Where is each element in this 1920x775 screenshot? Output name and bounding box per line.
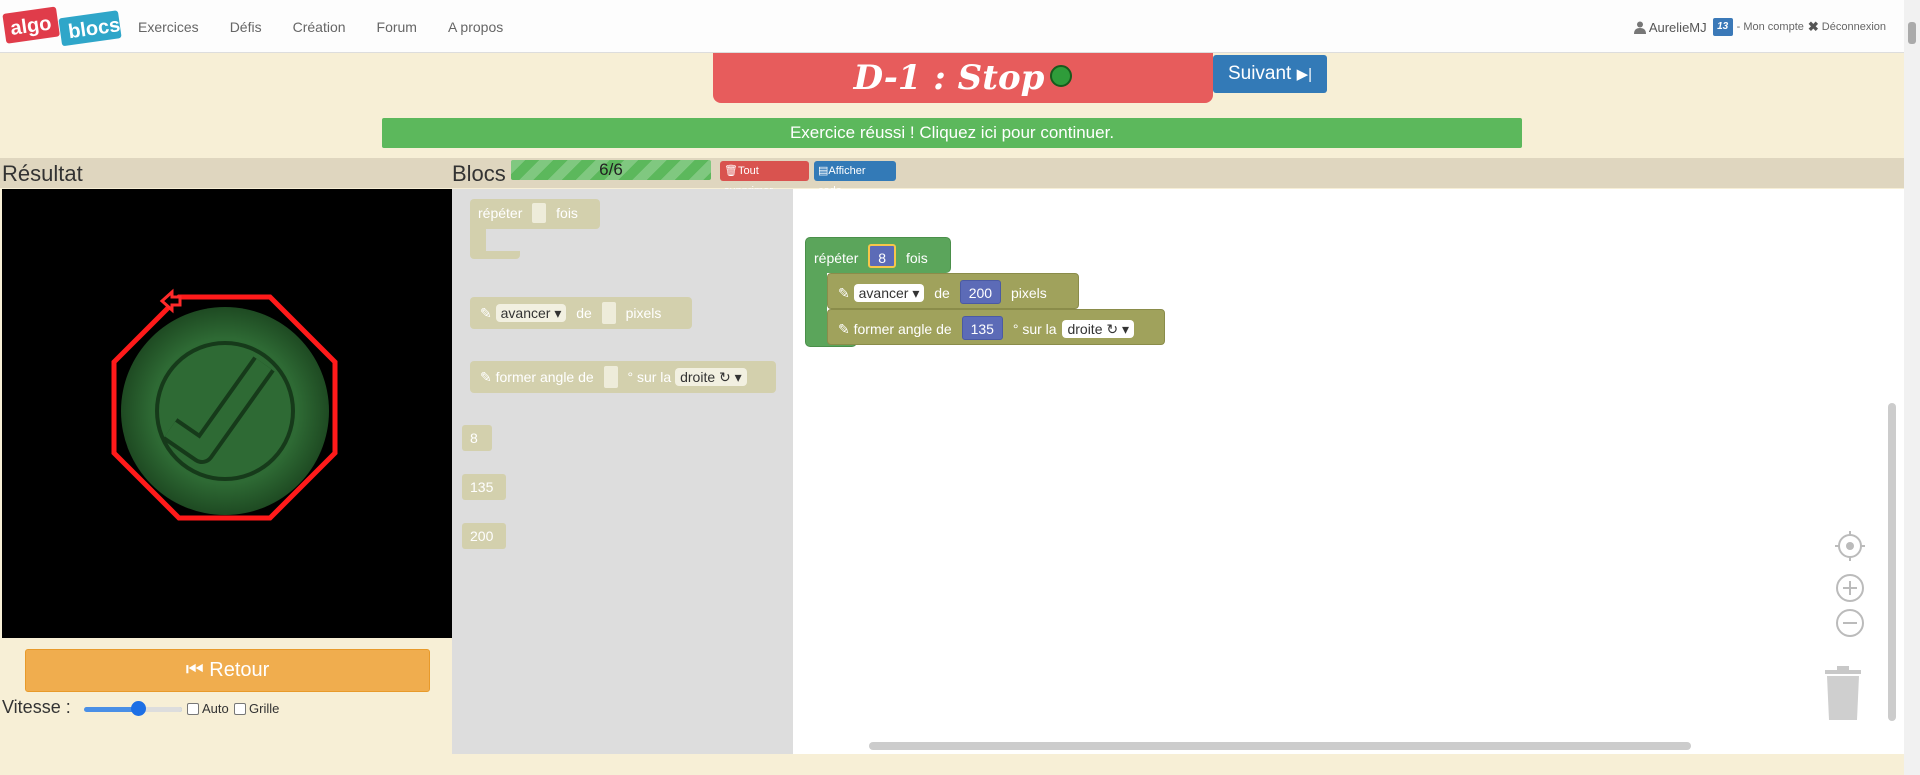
toolbox-forward-mid: de [576, 305, 592, 321]
workspace-horizontal-scrollbar[interactable] [869, 742, 1691, 750]
pen-icon: ✎ [838, 285, 850, 301]
level-badge: 13 [1712, 18, 1733, 36]
exercise-title: D-1 : Stop [713, 53, 1213, 103]
zoom-out-icon[interactable] [1836, 609, 1864, 637]
auto-label: Auto [202, 701, 229, 716]
next-label: Suivant [1227, 63, 1292, 84]
grid-checkbox[interactable] [234, 703, 246, 715]
result-heading: Résultat [2, 161, 83, 186]
toolbox-turn-slot [603, 365, 618, 388]
forward-block[interactable]: ✎ avancer ▾ de 200 pixels [827, 273, 1079, 309]
rewind-icon: ⏮ [185, 659, 204, 681]
success-banner[interactable]: Exercice réussi ! Cliquez ici pour conti… [382, 118, 1522, 148]
forward-suffix: pixels [1010, 285, 1047, 301]
algoblocs-logo[interactable]: algo blocs [2, 4, 124, 46]
toolbox-forward-dropdown[interactable]: avancer ▾ [495, 304, 567, 322]
next-button[interactable]: Suivant ▶| [1213, 55, 1327, 93]
toolbox-turn-dropdown[interactable]: droite ↻ ▾ [675, 368, 747, 386]
turn-block[interactable]: ✎ former angle de 135 ° sur la droite ↻ … [827, 309, 1165, 345]
turn-mid: ° sur la [1012, 321, 1057, 337]
check-icon [1050, 65, 1073, 87]
forward-value-input[interactable]: 200 [959, 280, 1002, 304]
nav-apropos[interactable]: A propos [448, 19, 503, 35]
repeat-count-input[interactable]: 8 [868, 244, 897, 268]
back-button[interactable]: ⏮ Retour [25, 649, 430, 692]
zoom-controls [1832, 530, 1868, 645]
result-header: Résultat [0, 158, 452, 188]
toolbox-value-135[interactable]: 135 [462, 474, 506, 500]
block-workspace[interactable]: répéter 8 fois ✎ avancer ▾ de 200 pixels… [793, 189, 1904, 754]
turtle-arrow-icon [159, 288, 182, 314]
trash-icon[interactable] [1823, 666, 1863, 720]
skip-forward-icon: ▶| [1296, 66, 1313, 83]
account-link[interactable]: - Mon compte [1737, 21, 1804, 33]
grid-label: Grille [249, 701, 280, 716]
main-nav: Exercices Défis Création Forum A propos [138, 0, 534, 53]
toolbox-value-200[interactable]: 200 [462, 523, 506, 549]
workspace-vertical-scrollbar[interactable] [1888, 403, 1896, 721]
turn-value-input[interactable]: 135 [961, 316, 1003, 340]
top-navbar: algo blocs Exercices Défis Création Foru… [0, 0, 1904, 53]
repeat-suffix: fois [905, 250, 928, 266]
nav-forum[interactable]: Forum [377, 19, 417, 35]
close-icon: ✖ [1807, 19, 1819, 34]
speed-slider-handle[interactable] [130, 701, 146, 716]
page-scrollbar[interactable] [1904, 0, 1920, 775]
repeat-label: répéter [814, 250, 859, 266]
turn-label: former angle de [853, 321, 952, 337]
block-toolbox: répéter fois ✎ avancer ▾ de pixels ✎ for… [452, 189, 793, 754]
forward-mid: de [934, 285, 950, 301]
pen-icon: ✎ [480, 305, 492, 321]
speed-label: Vitesse : [2, 697, 71, 717]
toolbox-forward-slot [601, 301, 616, 324]
recenter-icon[interactable] [1835, 531, 1865, 561]
toolbox-repeat-block[interactable]: répéter fois [470, 199, 600, 259]
logout-link[interactable]: Déconnexion [1822, 21, 1886, 33]
blocs-heading: Blocs [452, 161, 506, 186]
toolbox-repeat-suffix: fois [556, 205, 578, 221]
forward-dropdown[interactable]: avancer ▾ [853, 284, 925, 302]
back-label: Retour [209, 659, 270, 681]
user-icon [1633, 21, 1646, 34]
auto-checkbox[interactable] [187, 703, 199, 715]
pen-icon: ✎ [480, 369, 492, 385]
page-footer-strip [0, 754, 1904, 775]
speed-slider[interactable] [84, 700, 182, 718]
delete-all-button[interactable]: 🗑Tout supprimer [720, 161, 809, 197]
trash-small-icon: 🗑 [724, 165, 738, 177]
toolbox-turn-block[interactable]: ✎ former angle de ° sur la droite ↻ ▾ [470, 361, 776, 393]
exercise-title-text: D-1 : Stop [853, 58, 1045, 98]
nav-defis[interactable]: Défis [230, 19, 262, 35]
username[interactable]: AurelieMJ [1649, 20, 1707, 35]
toolbox-value-8[interactable]: 8 [462, 425, 492, 451]
code-icon: ▤ [818, 165, 829, 177]
toolbox-repeat-label: répéter [478, 205, 523, 221]
toolbox-repeat-slot [532, 202, 547, 223]
stop-sign-drawing [111, 288, 338, 521]
nav-exercices[interactable]: Exercices [138, 19, 199, 35]
toolbox-forward-suffix: pixels [625, 305, 662, 321]
toolbox-turn-mid: ° sur la [627, 369, 672, 385]
show-code-button[interactable]: ▤Afficher code [814, 161, 896, 197]
toolbox-forward-block[interactable]: ✎ avancer ▾ de pixels [470, 297, 692, 329]
turn-dropdown[interactable]: droite ↻ ▾ [1062, 320, 1135, 338]
pen-icon: ✎ [838, 321, 850, 337]
user-menu: AurelieMJ 13 - Mon compte ✖ Déconnexion [1633, 18, 1886, 36]
blocks-progress-bar: 6/6 [511, 160, 711, 180]
result-canvas[interactable] [2, 189, 452, 638]
zoom-in-icon[interactable] [1836, 574, 1864, 602]
toolbox-turn-label: former angle de [495, 369, 594, 385]
page-scrollbar-thumb[interactable] [1908, 22, 1916, 44]
nav-creation[interactable]: Création [293, 19, 346, 35]
